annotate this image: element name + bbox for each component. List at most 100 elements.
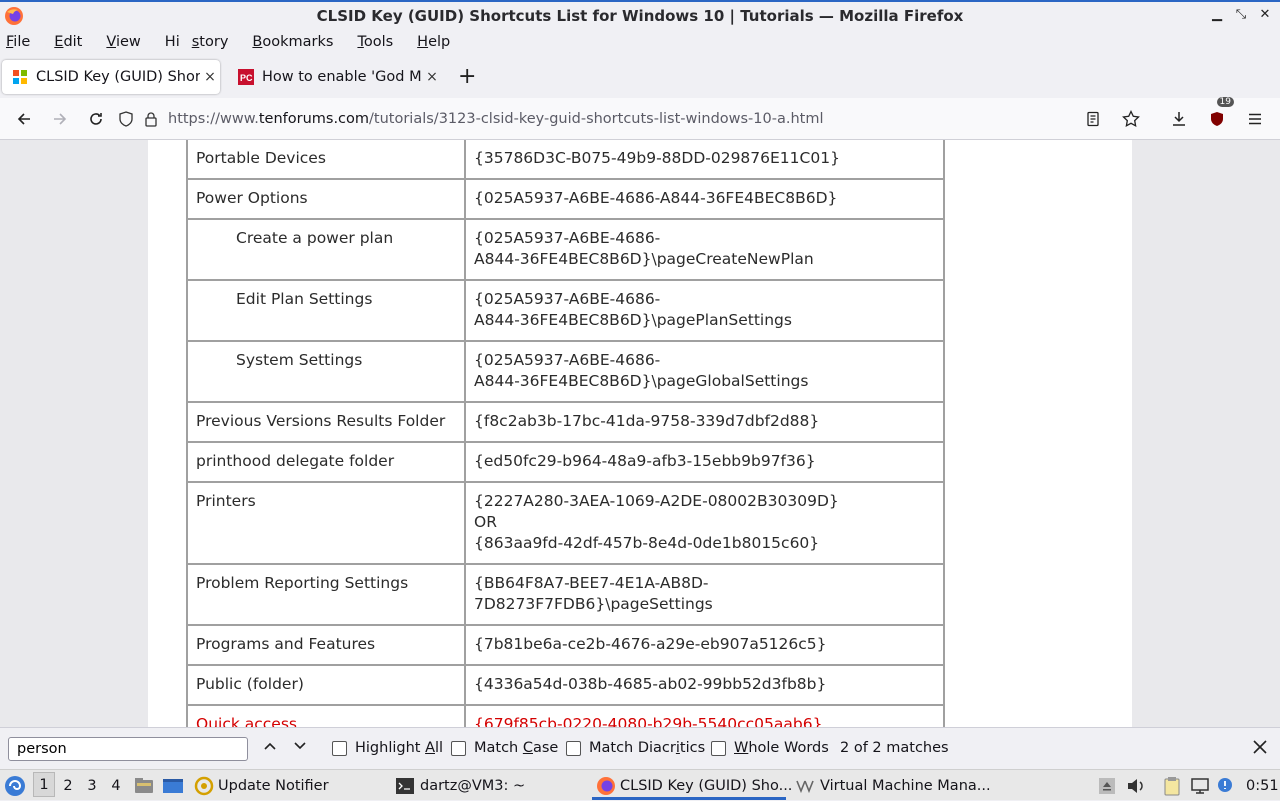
workspace-2[interactable]: 2 [57,770,79,801]
forward-button[interactable] [42,103,78,135]
lock-icon[interactable] [144,111,158,127]
file-manager-launcher[interactable] [134,770,154,801]
table-row: Previous Versions Results Folder {f8c2ab3… [188,403,943,441]
menu-item[interactable]: File [6,34,48,50]
menu-item[interactable]: Tools [357,34,411,50]
download-icon [1173,112,1185,126]
workspace-4[interactable]: 4 [105,770,127,801]
menu-item[interactable]: Help [417,34,468,50]
clsid-name-cell: System Settings [188,342,464,401]
tab-close-icon[interactable]: × [422,69,442,85]
table-row: Portable Devices {35786D3C-B075-49b9-88DD… [188,140,943,178]
extension-badge: 19 [1216,97,1234,107]
tracking-protection-shield-icon[interactable] [118,111,134,127]
clsid-guid-cell: {679f85cb-0220-4080-b29b-5540cc05aab6} [466,706,943,727]
guid-line: {025A5937-A6BE-4686- [474,229,661,247]
tab-god-mode[interactable]: PC How to enable 'God Mode' in Windows 1… [228,60,442,94]
clsid-guid-cell: {ed50fc29-b964-48a9-afb3-15ebb9b97f36} [466,443,943,481]
page-body: Portable Devices {35786D3C-B075-49b9-88DD… [148,140,1132,727]
clsid-name-cell: Public (folder) [188,666,464,704]
checkbox-label: Match Case [474,740,559,756]
update-notifier-icon [194,776,214,795]
checkbox-box[interactable] [451,740,466,756]
minimize-icon[interactable]: ▁ [1210,7,1224,22]
whole-words-checkbox[interactable]: Whole Words [711,740,829,756]
back-button[interactable] [6,103,42,135]
clsid-guid-cell: {f8c2ab3b-17bc-41da-9758-339d7dbf2d88} [466,403,943,441]
start-menu-button[interactable] [4,770,26,801]
clsid-name-cell: Programs and Features [188,626,464,664]
table-row: Quick access {679f85cb-0220-4080-b29b-554… [188,706,943,727]
guid-line: {025A5937-A6BE-4686- [474,290,661,308]
clsid-name-cell: Power Options [188,180,464,218]
clsid-guid-cell: {7b81be6a-ce2b-4676-a29e-eb907a5126c5} [466,626,943,664]
restore-icon[interactable]: ⤡ [1234,7,1248,22]
clipboard-tray-icon[interactable] [1162,770,1182,801]
page-viewport[interactable]: Portable Devices {35786D3C-B075-49b9-88DD… [0,140,1280,727]
table-row: Printers {2227A280-3AEA-1069-A2DE-08002B3… [188,483,943,563]
desktop-launcher[interactable] [162,770,184,801]
table-row: Problem Reporting Settings {BB64F8A7-BEE7… [188,565,943,624]
terminal-icon [396,777,414,794]
close-window-icon[interactable]: ✕ [1258,7,1272,22]
match-diacritics-checkbox[interactable]: Match Diacritics [566,740,705,756]
reload-button[interactable] [78,103,114,135]
clsid-name-cell: Quick access [188,706,464,727]
speaker-icon [1128,778,1143,793]
highlight-all-checkbox[interactable]: Highlight All [332,740,443,756]
checkbox-box[interactable] [332,740,347,756]
guid-line: {2227A280-3AEA-1069-A2DE-08002B30309D} [474,492,839,510]
window-titlebar: CLSID Key (GUID) Shortcuts List for Wind… [0,0,1280,30]
tab-close-icon[interactable]: × [200,69,220,85]
info-icon [1218,777,1232,792]
match-case-checkbox[interactable]: Match Case [451,740,558,756]
task-virt-manager[interactable]: Virtual Machine Mana... [796,770,991,801]
find-previous-button[interactable] [263,739,277,757]
guid-line: {863aa9fd-42df-457b-8e4d-0de1b8015c60} [474,534,820,552]
eject-tray-icon[interactable] [1098,770,1116,801]
notification-tray-icon[interactable] [1216,770,1234,801]
table-row: Programs and Features {7b81be6a-ce2b-4676… [188,626,943,664]
task-label: dartz@VM3: ~ [420,777,526,794]
find-input[interactable] [8,737,248,761]
firefox-icon [597,776,615,795]
downloads-button[interactable] [1160,103,1198,135]
find-close-button[interactable] [1252,736,1268,761]
new-tab-button[interactable]: + [458,66,476,88]
checkbox-box[interactable] [566,740,581,756]
ublock-extension-button[interactable]: 19 [1198,97,1236,135]
app-menu-button[interactable] [1236,103,1274,135]
task-terminal[interactable]: dartz@VM3: ~ [396,770,525,801]
url-bar[interactable]: https://www. tenforums.com/tutorials/3123… [118,103,1098,135]
menu-item[interactable]: Hi story [165,34,247,50]
tab-clsid[interactable]: CLSID Key (GUID) Shortcuts List for Wind… [2,60,220,94]
guid-line: {35786D3C-B075-49b9-88DD-029876E11C01} [474,149,840,167]
clsid-guid-cell: {BB64F8A7-BEE7-4E1A-AB8D-7D8273F7FDB6}\p… [466,565,943,624]
find-next-button[interactable] [293,739,307,757]
bookmark-star-button[interactable] [1112,103,1150,135]
clsid-name-cell: Previous Versions Results Folder [188,403,464,441]
eject-icon [1099,777,1115,794]
navigation-toolbar: https://www. tenforums.com/tutorials/3123… [0,97,1280,140]
menu-item[interactable]: View [106,34,158,50]
window-icon [163,778,183,793]
clsid-name-cell: Problem Reporting Settings [188,565,464,624]
network-tray-icon[interactable] [1190,770,1210,801]
table-row: Edit Plan Settings {025A5937-A6BE-4686- A8… [188,281,943,340]
checkbox-label: Highlight All [355,740,444,756]
menu-item[interactable]: Bookmarks [252,34,351,50]
virt-manager-icon [796,780,814,793]
clsid-table: Portable Devices {35786D3C-B075-49b9-88DD… [186,140,945,727]
workspace-3[interactable]: 3 [81,770,103,801]
task-update-notifier[interactable]: Update Notifier [194,770,329,801]
checkbox-box[interactable] [711,740,726,756]
window-title: CLSID Key (GUID) Shortcuts List for Wind… [316,7,964,25]
hamburger-menu-icon [1249,113,1261,125]
back-arrow-icon [17,112,30,125]
volume-tray-icon[interactable] [1126,770,1146,801]
workspace-1[interactable]: 1 [33,772,55,797]
table-row: Public (folder) {4336a54d-038b-4685-ab02-… [188,666,943,704]
reader-view-button[interactable] [1074,103,1112,135]
guid-line: {679f85cb-0220-4080-b29b-5540cc05aab6} [474,715,823,727]
menu-item[interactable]: Edit [54,34,100,50]
